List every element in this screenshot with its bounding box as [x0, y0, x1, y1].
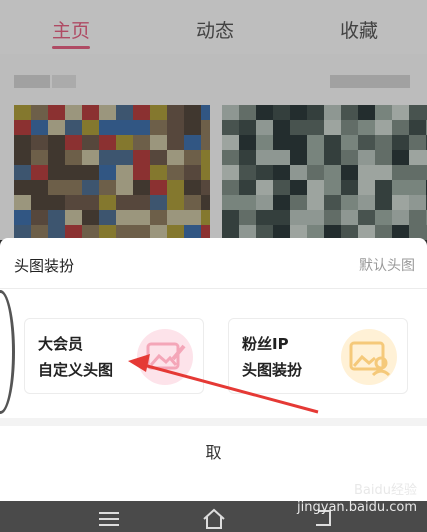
watermark-url: jingyan.baidu.com	[297, 500, 417, 515]
annotation-arrow	[128, 354, 319, 414]
baidu-watermark: Baidu经验 jingyan.baidu.com	[297, 482, 417, 516]
home-icon[interactable]	[201, 507, 227, 529]
menu-icon[interactable]	[96, 507, 122, 529]
watermark-brand: Baidu经验	[354, 483, 417, 498]
